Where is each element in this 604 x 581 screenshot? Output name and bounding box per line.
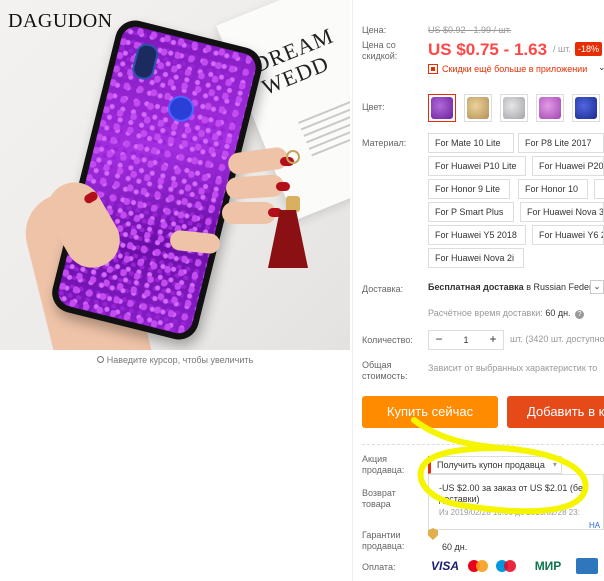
sale-unit: / шт. [553, 44, 571, 54]
swatch-gold-glitter[interactable] [464, 94, 492, 122]
mastercard-icon [468, 558, 490, 574]
swatch-purple-glitter[interactable] [428, 94, 456, 122]
qr-code-icon[interactable] [428, 64, 438, 74]
coupon-dates: Из 2019/02/28 18:00 до 2019/02/28 23: [439, 508, 580, 517]
divider [362, 444, 604, 445]
coupon-get-link[interactable]: НА [589, 521, 600, 530]
shield-icon [428, 528, 438, 540]
shipping-method[interactable]: Бесплатная доставка в Russian Federa [428, 282, 597, 292]
sale-price-label: Цена со скидкой: [362, 40, 398, 61]
shipping-time: Расчётное время доставки: 60 дн. ? [428, 308, 585, 319]
visa-icon: VISA [430, 559, 459, 573]
sale-price: US $0.75 - 1.63 [428, 40, 548, 59]
returns-label: Возврат товара [362, 488, 396, 509]
option-p-smart-plus[interactable]: For P Smart Plus [428, 202, 514, 222]
guarantee-label: Гарантии продавца: [362, 530, 405, 551]
quantity-increase-button[interactable]: + [483, 331, 503, 349]
price-label: Цена: [362, 25, 387, 35]
option-overflow[interactable] [594, 179, 604, 199]
buy-now-button[interactable]: Купить сейчас [362, 396, 498, 428]
get-coupon-button[interactable]: Получить купон продавца ▾ [428, 456, 562, 474]
info-icon[interactable]: ? [575, 310, 585, 319]
tassel-ring [286, 150, 300, 164]
option-huawei-y6-2[interactable]: For Huawei Y6 2 [532, 225, 604, 245]
zoom-hint: Наведите курсор, чтобы увеличить [0, 355, 350, 365]
quantity-stepper: − 1 + [428, 330, 504, 350]
option-huawei-nova-3[interactable]: For Huawei Nova 3 [520, 202, 604, 222]
promo-label: Акция продавца: [362, 454, 405, 475]
camera-icon [130, 41, 161, 82]
add-to-cart-button[interactable]: Добавить в к [507, 396, 604, 428]
option-huawei-y5-2018[interactable]: For Huawei Y5 2018 [428, 225, 526, 245]
option-huawei-nova-2i[interactable]: For Huawei Nova 2i [428, 248, 524, 268]
caret-down-icon: ▾ [552, 460, 557, 469]
option-mate-10-lite[interactable]: For Mate 10 Lite [428, 133, 514, 153]
coupon-dropdown: -US $2.00 за заказ от US $2.01 (без дост… [428, 474, 604, 530]
material-label: Материал: [362, 138, 407, 148]
maestro-icon [496, 558, 518, 574]
mir-icon: МИР [534, 559, 562, 573]
shipping-label: Доставка: [362, 284, 404, 294]
option-honor-9-lite[interactable]: For Honor 9 Lite [428, 179, 510, 199]
quantity-input[interactable]: 1 [449, 331, 483, 349]
total-note: Зависит от выбранных характеристик то [428, 363, 598, 373]
old-price: US $0.92 - 1.99 / шт. [428, 25, 512, 35]
app-discount-link[interactable]: Скидки ещё больше в приложении [442, 64, 587, 74]
option-huawei-p10-lite[interactable]: For Huawei P10 Lite [428, 156, 526, 176]
option-huawei-p20[interactable]: For Huawei P20 [532, 156, 604, 176]
quantity-decrease-button[interactable]: − [429, 331, 449, 349]
quantity-available: шт. (3420 шт. доступно) [510, 334, 604, 344]
swatch-blue-glitter[interactable] [572, 94, 600, 122]
chevron-down-icon[interactable]: ⌄ [598, 62, 604, 73]
color-label: Цвет: [362, 102, 385, 112]
amex-icon [576, 558, 598, 574]
coupon-description: -US $2.00 за заказ от US $2.01 (без дост… [439, 483, 587, 504]
divider [352, 0, 353, 581]
chevron-down-icon[interactable]: ⌄ [590, 280, 604, 294]
option-honor-10[interactable]: For Honor 10 [518, 179, 588, 199]
payment-label: Оплата: [362, 562, 396, 572]
total-label: Общая стоимость: [362, 360, 408, 381]
discount-badge: -18% [575, 42, 603, 56]
magnifier-icon [96, 356, 104, 363]
swatch-silver-glitter[interactable] [500, 94, 528, 122]
quantity-label: Количество: [362, 335, 413, 345]
option-p8-lite-2017[interactable]: For P8 Lite 2017 [518, 133, 604, 153]
product-image[interactable]: DREAM WEDD DAGUDON [0, 0, 350, 350]
guarantee-days: 60 дн. [442, 542, 468, 552]
fingerprint-sensor [165, 92, 197, 125]
brand-logo: DAGUDON [8, 10, 113, 32]
book-title: DREAM WEDD [249, 22, 337, 100]
swatch-pink-purple-glitter[interactable] [536, 94, 564, 122]
